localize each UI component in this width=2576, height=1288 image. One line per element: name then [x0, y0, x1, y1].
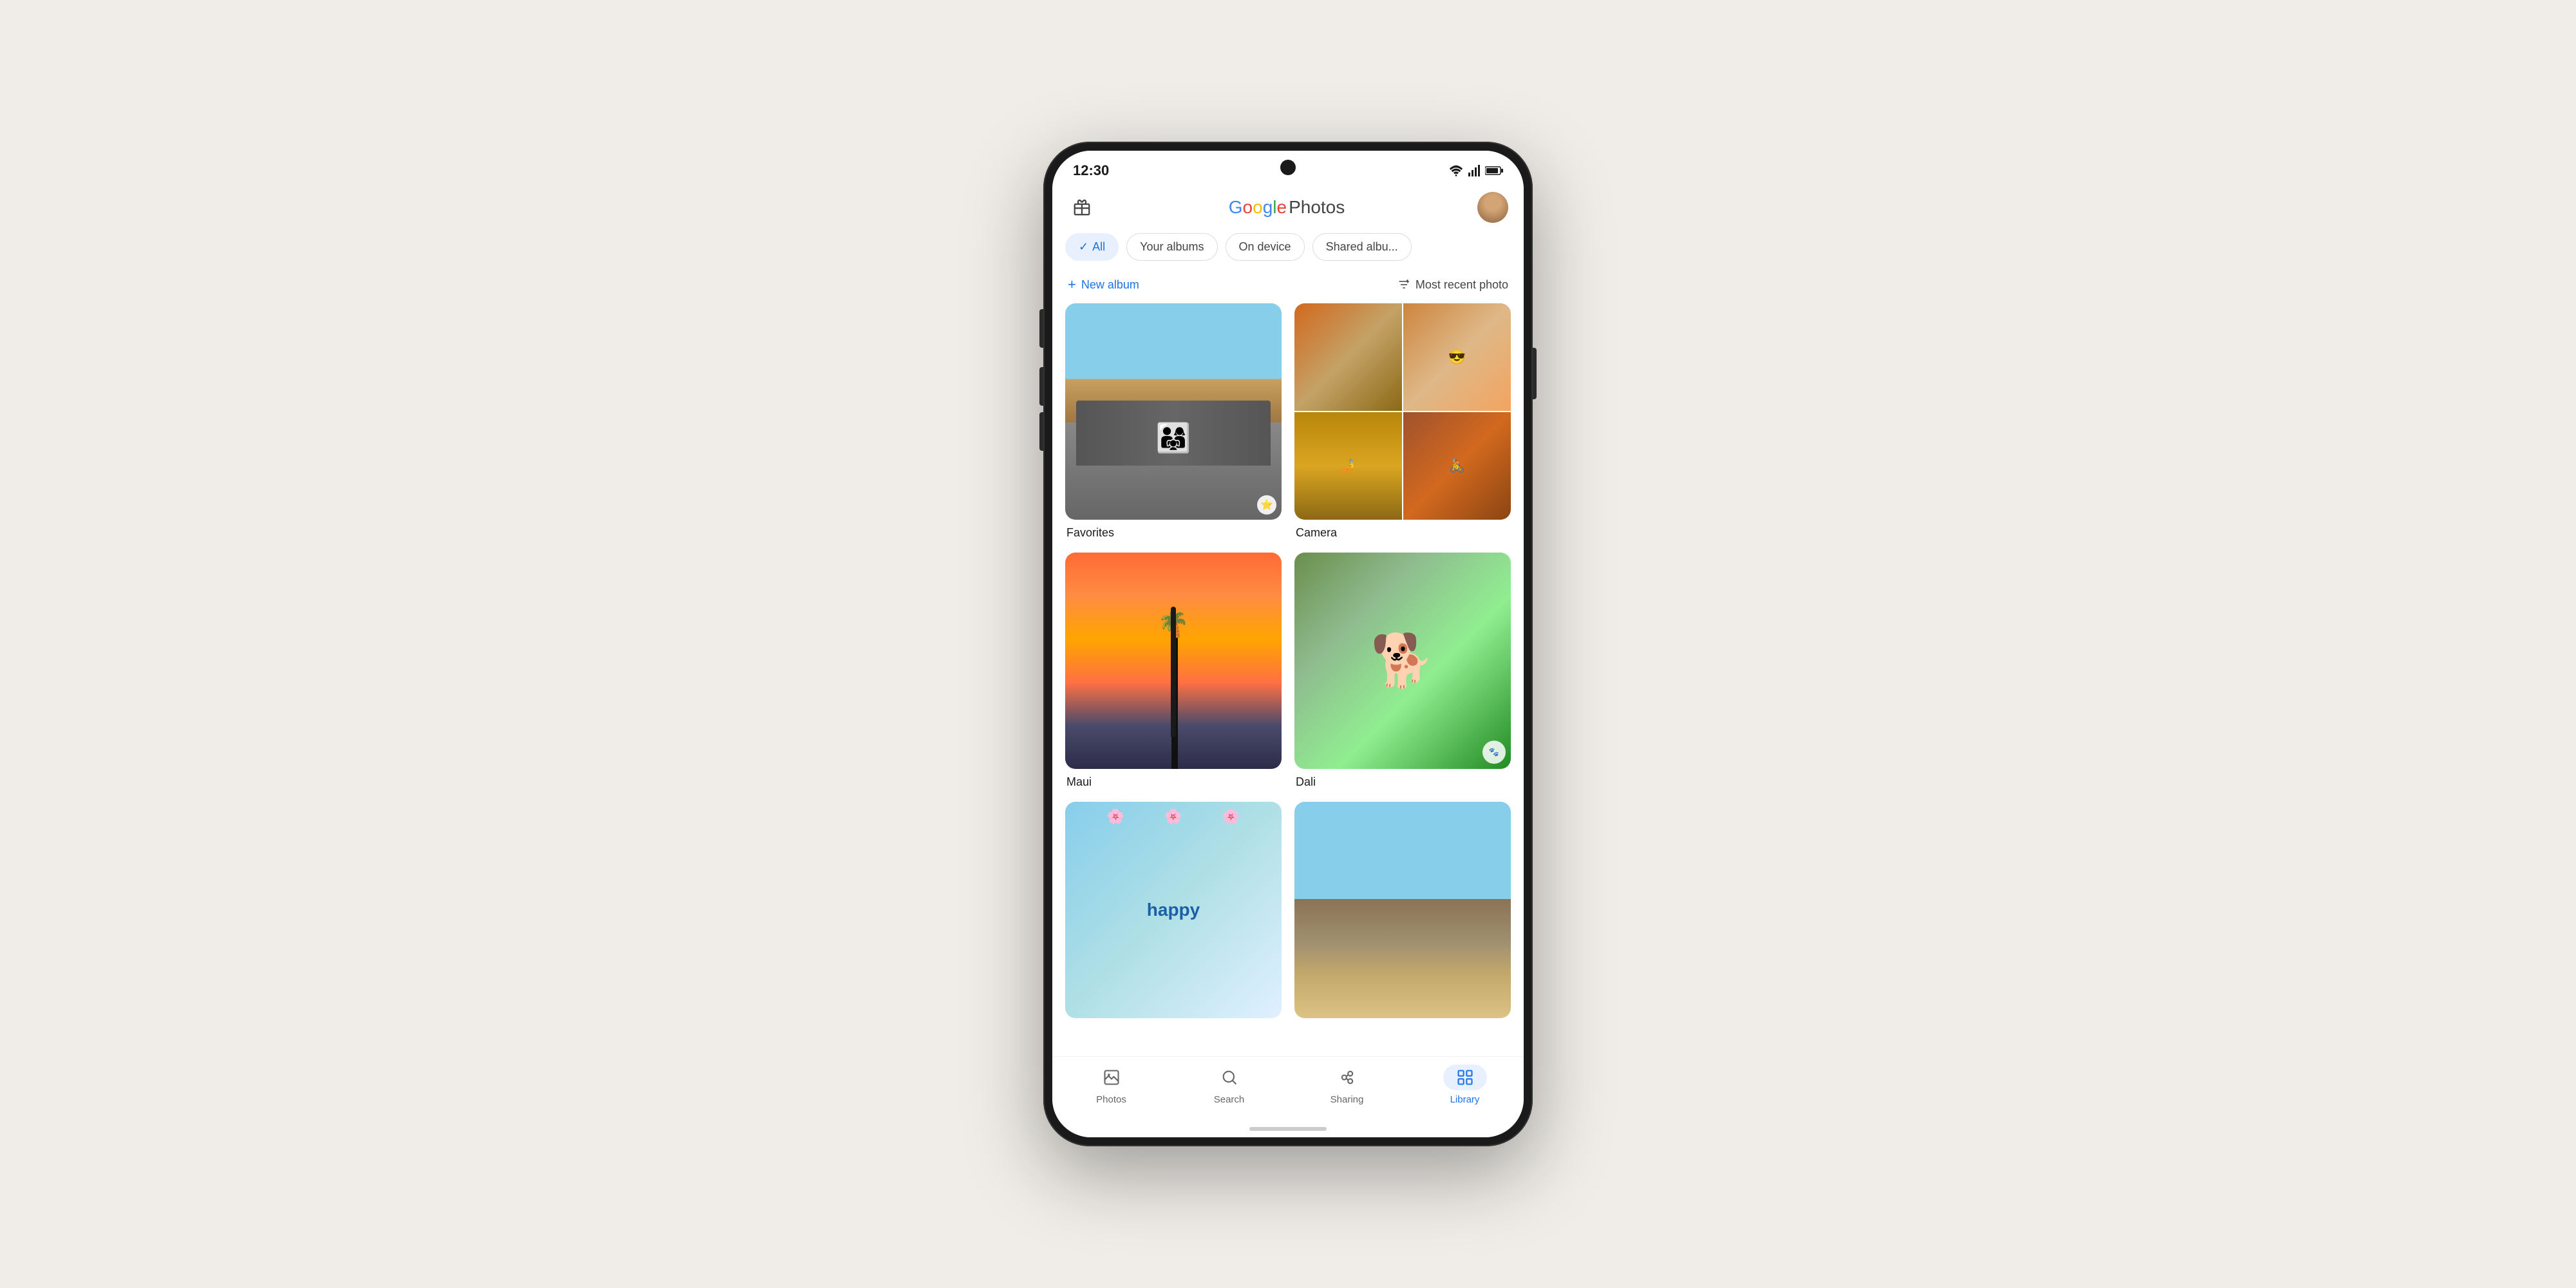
album-favorites-thumb: 👨‍👩‍👧 ⭐	[1065, 303, 1282, 520]
album-camera-thumb: 😎 🤳 🚴	[1294, 303, 1511, 520]
albums-grid: 👨‍👩‍👧 ⭐ Favorites 😎	[1052, 303, 1524, 1051]
tab-all-label: All	[1092, 240, 1105, 254]
phone-frame: 12:30	[1043, 142, 1533, 1146]
album-maui-thumb: 🌴	[1065, 553, 1282, 769]
tab-on-device-label: On device	[1239, 240, 1291, 254]
status-time: 12:30	[1073, 162, 1109, 179]
album-dali-label: Dali	[1294, 775, 1317, 788]
status-icons	[1449, 165, 1503, 176]
app-header: Google Photos	[1052, 184, 1524, 233]
tab-on-device[interactable]: On device	[1226, 233, 1305, 261]
album-happy-label	[1065, 1025, 1068, 1037]
plus-icon: +	[1068, 276, 1076, 293]
camera-grid-2: 😎	[1403, 303, 1511, 411]
avatar-image	[1477, 192, 1508, 223]
album-camera[interactable]: 😎 🤳 🚴 Camera	[1294, 303, 1511, 540]
album-favorites[interactable]: 👨‍👩‍👧 ⭐ Favorites	[1065, 303, 1282, 540]
album-mountain-thumb	[1294, 802, 1511, 1018]
camera-notch	[1280, 160, 1296, 175]
tab-shared-albums-label: Shared albu...	[1326, 240, 1398, 254]
wifi-icon	[1449, 165, 1463, 176]
app-logo: Google Photos	[1229, 197, 1345, 218]
nav-photos-label: Photos	[1096, 1094, 1126, 1105]
album-mountain[interactable]	[1294, 802, 1511, 1038]
nav-library-label: Library	[1450, 1094, 1480, 1105]
home-indicator	[1052, 1123, 1524, 1137]
phone-screen: 12:30	[1052, 151, 1524, 1137]
camera-grid-4: 🚴	[1403, 412, 1511, 520]
filter-tabs: ✓ All Your albums On device Shared albu.…	[1052, 233, 1524, 271]
logo-photos-text: Photos	[1289, 197, 1345, 218]
album-maui[interactable]: 🌴 Maui	[1065, 553, 1282, 789]
album-dali[interactable]: 🐾 Dali	[1294, 553, 1511, 789]
nav-sharing-label: Sharing	[1331, 1094, 1364, 1105]
tab-your-albums[interactable]: Your albums	[1126, 233, 1217, 261]
avatar[interactable]	[1477, 192, 1508, 223]
header-left	[1068, 193, 1096, 222]
tab-your-albums-label: Your albums	[1140, 240, 1204, 254]
sort-icon	[1397, 278, 1410, 291]
sort-button[interactable]: Most recent photo	[1397, 278, 1508, 292]
sort-label: Most recent photo	[1416, 278, 1508, 292]
album-maui-label: Maui	[1065, 775, 1093, 788]
camera-grid-3: 🤳	[1294, 412, 1402, 520]
toolbar-row: + New album Most recent photo	[1052, 271, 1524, 303]
album-camera-label: Camera	[1294, 526, 1338, 539]
home-bar	[1249, 1127, 1327, 1131]
logo-google-text: Google	[1229, 197, 1287, 218]
star-badge: ⭐	[1257, 495, 1276, 515]
gift-icon-button[interactable]	[1068, 193, 1096, 222]
nav-search-label: Search	[1214, 1094, 1245, 1105]
tab-shared-albums[interactable]: Shared albu...	[1312, 233, 1412, 261]
pet-badge: 🐾	[1482, 741, 1506, 764]
content-area: + New album Most recent photo	[1052, 271, 1524, 1056]
album-favorites-label: Favorites	[1065, 526, 1115, 539]
status-bar: 12:30	[1052, 151, 1524, 184]
new-album-label: New album	[1081, 278, 1139, 292]
new-album-button[interactable]: + New album	[1068, 276, 1139, 293]
album-dali-thumb: 🐾	[1294, 553, 1511, 769]
check-icon: ✓	[1079, 240, 1088, 254]
camera-grid-1	[1294, 303, 1402, 411]
tab-all[interactable]: ✓ All	[1065, 233, 1119, 261]
signal-icon	[1468, 165, 1480, 176]
battery-icon	[1485, 166, 1503, 176]
